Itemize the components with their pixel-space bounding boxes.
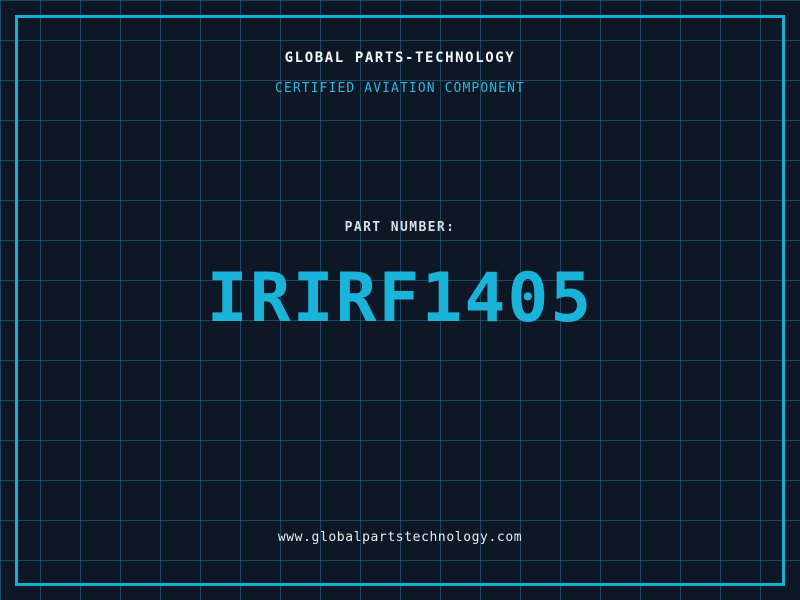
brand-title: GLOBAL PARTS-TECHNOLOGY xyxy=(0,51,800,66)
certified-tagline: CERTIFIED AVIATION COMPONENT xyxy=(0,82,800,96)
part-number-label: PART NUMBER: xyxy=(0,221,800,235)
website-url: www.globalpartstechnology.com xyxy=(0,531,800,545)
part-number-value: IRIRF1405 xyxy=(0,262,800,337)
